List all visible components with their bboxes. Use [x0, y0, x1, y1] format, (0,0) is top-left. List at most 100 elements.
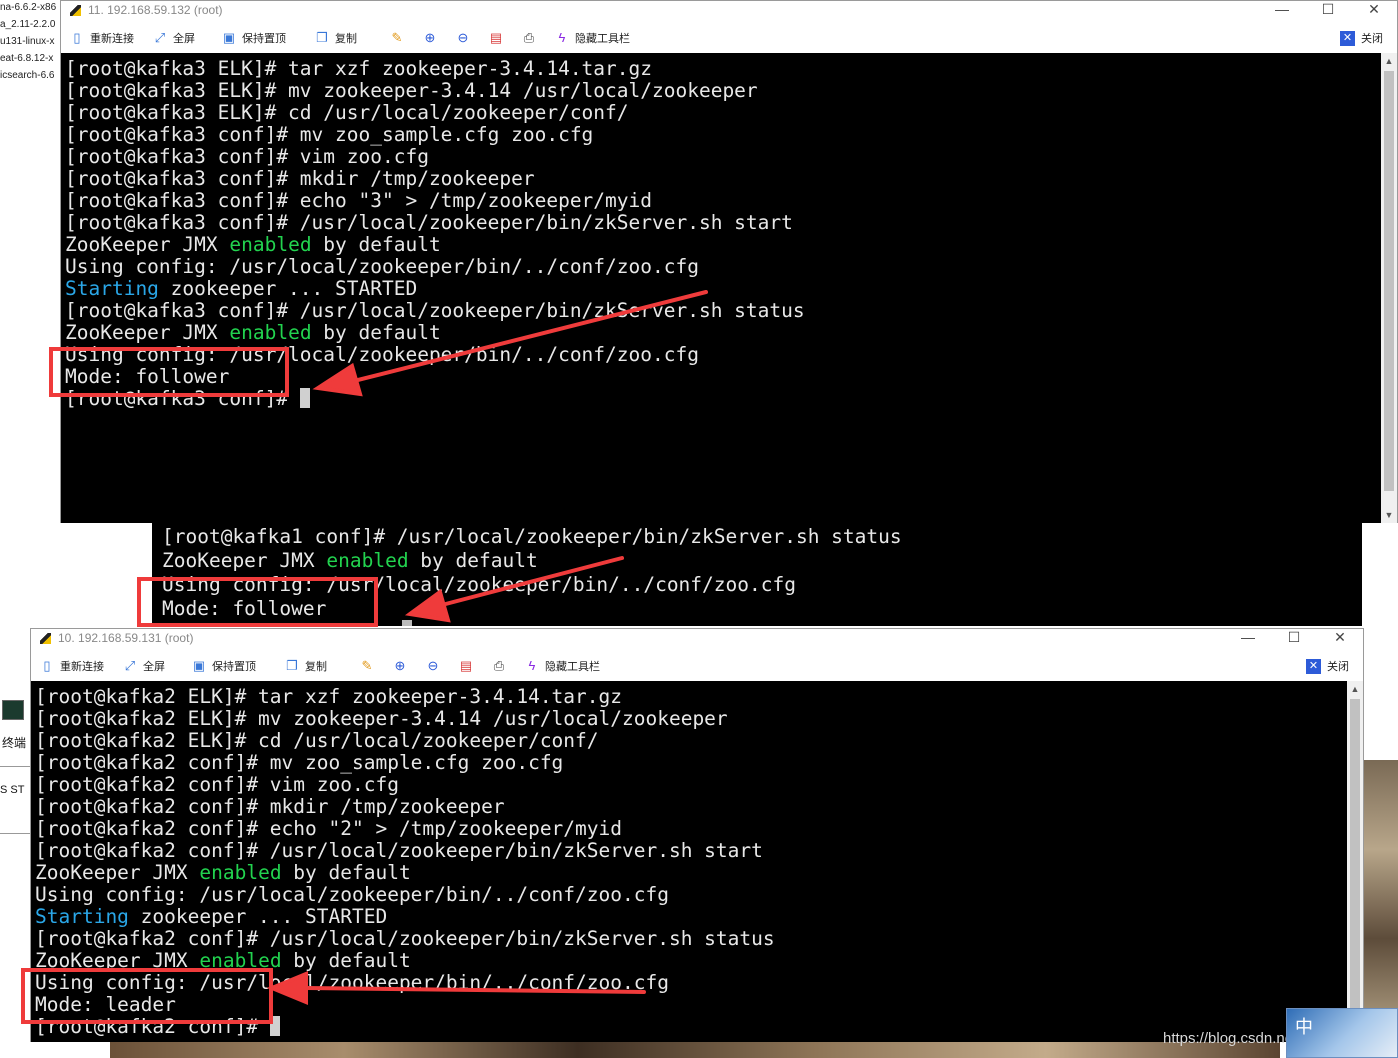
desktop-file-label[interactable]: na-6.6.2-x86 [0, 2, 56, 13]
zoom-in-button[interactable]: ⊕ [422, 27, 443, 49]
terminal-line: Using config: /usr/local/zookeeper/bin/.… [65, 255, 699, 278]
terminal-line: [root@kafka3 conf]# vim zoo.cfg [65, 145, 429, 168]
scrollbar-thumb[interactable] [1350, 699, 1360, 1019]
zoom-in-button[interactable]: ⊕ [392, 655, 413, 677]
reconnect-button[interactable]: ▯ 重新连接 [39, 655, 104, 677]
title-bar[interactable]: 10. 192.168.59.131 (root) — ☐ ✕ [31, 629, 1363, 647]
desktop-file-label[interactable]: eat-6.8.12-x [0, 53, 53, 64]
monitor-icon: ▣ [222, 30, 236, 45]
terminal-line: [root@kafka2 conf]# mv zoo_sample.cfg zo… [35, 751, 564, 774]
terminal-line: [root@kafka3 conf]# /usr/local/zookeeper… [65, 211, 793, 234]
lightning-icon: ϟ [558, 30, 566, 45]
vertical-scrollbar[interactable]: ▲ ▼ [1381, 53, 1397, 523]
toolbar: ▯ 重新连接 ⤢ 全屏 ▣ 保持置顶 ❐ 复制 ✎ ⊕ ⊖ ▤ ⎙ ϟ 隐藏工具栏 ✕ 关闭 [31, 651, 1363, 681]
terminal-line: [root@kafka3 ELK]# tar xzf zookeeper-3.4… [65, 57, 652, 80]
desktop-file-label[interactable]: a_2.11-2.2.0 [0, 19, 55, 30]
window-title: 11. 192.168.59.132 (root) [88, 3, 223, 17]
zoom-in-icon: ⊕ [394, 658, 406, 673]
hide-toolbar-button[interactable]: ϟ 隐藏工具栏 [524, 655, 600, 677]
blog-logo: 中 [1286, 1008, 1398, 1058]
terminal-line: ZooKeeper JMX enabled by default [35, 861, 411, 884]
terminal-line: [root@kafka2 conf]# /usr/local/zookeeper… [35, 927, 775, 950]
terminal-line: ZooKeeper JMX enabled by default [65, 321, 441, 344]
ssh-window-kafka3[interactable]: 11. 192.168.59.132 (root) — ☐ ✕ ▯ 重新连接 ⤢ 全… [60, 0, 1398, 523]
scroll-down-arrow[interactable]: ▼ [1381, 507, 1397, 523]
print-button[interactable]: ⎙ [521, 27, 542, 49]
background-tab[interactable]: ST [10, 784, 24, 796]
terminal-line: Starting zookeeper ... STARTED [65, 277, 418, 300]
app-icon [69, 4, 82, 17]
printer-icon: ⎙ [523, 30, 535, 45]
app-icon [39, 632, 52, 645]
save-icon: ▤ [489, 30, 503, 45]
highlight-box-kafka2-mode [21, 968, 273, 1024]
terminal-line: [root@kafka2 ELK]# cd /usr/local/zookeep… [35, 729, 599, 752]
terminal-app-icon[interactable] [2, 700, 24, 720]
minimize-button[interactable]: — [1259, 1, 1305, 19]
copy-button[interactable]: ❐ 复制 [314, 27, 357, 49]
pencil-icon: ✎ [361, 658, 373, 673]
maximize-button[interactable]: ☐ [1271, 629, 1317, 647]
zoom-in-icon: ⊕ [424, 30, 436, 45]
title-bar[interactable]: 11. 192.168.59.132 (root) — ☐ ✕ [61, 1, 1397, 19]
close-toolbar-button[interactable]: ✕ 关闭 [1306, 658, 1349, 674]
keep-on-top-button[interactable]: ▣ 保持置顶 [191, 655, 256, 677]
background-tab-strip [0, 766, 32, 834]
terminal-line: [root@kafka3 ELK]# mv zookeeper-3.4.14 /… [65, 79, 758, 102]
terminal-line: [root@kafka3 conf]# mv zoo_sample.cfg zo… [65, 123, 594, 146]
terminal-line: ZooKeeper JMX enabled by default [162, 549, 538, 572]
zoom-out-button[interactable]: ⊖ [425, 655, 446, 677]
maximize-button[interactable]: ☐ [1305, 1, 1351, 19]
scroll-up-arrow[interactable]: ▲ [1381, 53, 1397, 69]
pencil-icon: ✎ [391, 30, 403, 45]
terminal-line: [root@kafka1 conf]# /usr/local/zookeeper… [162, 525, 902, 548]
zoom-out-icon: ⊖ [427, 658, 439, 673]
zoom-out-button[interactable]: ⊖ [455, 27, 476, 49]
save-button[interactable]: ▤ [458, 655, 479, 677]
highlight-box-kafka1-mode [137, 577, 378, 627]
edit-tool-button[interactable]: ✎ [359, 655, 380, 677]
edit-tool-button[interactable]: ✎ [389, 27, 410, 49]
fullscreen-icon: ⤢ [154, 30, 166, 45]
printer-icon: ⎙ [493, 658, 505, 673]
keep-on-top-button[interactable]: ▣ 保持置顶 [221, 27, 286, 49]
fullscreen-button[interactable]: ⤢ 全屏 [152, 27, 195, 49]
logo-glyph: 中 [1295, 1017, 1313, 1038]
terminal-line: [root@kafka3 conf]# mkdir /tmp/zookeeper [65, 167, 535, 190]
close-icon: ✕ [1306, 658, 1321, 674]
close-window-button[interactable]: ✕ [1351, 1, 1397, 19]
vertical-scrollbar[interactable]: ▲ [1347, 681, 1363, 1042]
terminal-line: [root@kafka2 ELK]# mv zookeeper-3.4.14 /… [35, 707, 728, 730]
highlight-box-kafka3-mode [49, 347, 289, 397]
reconnect-icon: ▯ [73, 30, 81, 45]
save-button[interactable]: ▤ [488, 27, 509, 49]
terminal-line: [root@kafka3 conf]# /usr/local/zookeeper… [65, 299, 805, 322]
terminal-line: [root@kafka2 conf]# echo "2" > /tmp/zook… [35, 817, 622, 840]
terminal-line: [root@kafka2 conf]# vim zoo.cfg [35, 773, 399, 796]
terminal-line: [root@kafka3 ELK]# cd /usr/local/zookeep… [65, 101, 629, 124]
window-title: 10. 192.168.59.131 (root) [58, 631, 194, 645]
minimize-button[interactable]: — [1225, 629, 1271, 647]
reconnect-button[interactable]: ▯ 重新连接 [69, 27, 134, 49]
scroll-up-arrow[interactable]: ▲ [1347, 681, 1363, 697]
background-tab-labels: S ST [0, 784, 24, 796]
close-window-button[interactable]: ✕ [1317, 629, 1363, 647]
background-tab[interactable]: S [0, 784, 7, 796]
background-photo [110, 1040, 1280, 1058]
terminal-line: [root@kafka3 conf]# echo "3" > /tmp/zook… [65, 189, 652, 212]
terminal-line: ZooKeeper JMX enabled by default [65, 233, 441, 256]
save-icon: ▤ [459, 658, 473, 673]
copy-button[interactable]: ❐ 复制 [284, 655, 327, 677]
print-button[interactable]: ⎙ [491, 655, 512, 677]
close-toolbar-button[interactable]: ✕ 关闭 [1340, 30, 1383, 46]
terminal-cursor [402, 620, 412, 626]
terminal-kafka3[interactable]: [root@kafka3 ELK]# tar xzf zookeeper-3.4… [61, 53, 1381, 523]
hide-toolbar-button[interactable]: ϟ 隐藏工具栏 [554, 27, 630, 49]
fullscreen-button[interactable]: ⤢ 全屏 [122, 655, 165, 677]
close-icon: ✕ [1340, 30, 1355, 46]
monitor-icon: ▣ [192, 658, 206, 673]
desktop-file-label[interactable]: u131-linux-x [0, 36, 54, 47]
desktop-file-label[interactable]: icsearch-6.6 [0, 70, 54, 81]
terminal-line: Using config: /usr/local/zookeeper/bin/.… [35, 883, 669, 906]
scrollbar-thumb[interactable] [1384, 71, 1394, 491]
